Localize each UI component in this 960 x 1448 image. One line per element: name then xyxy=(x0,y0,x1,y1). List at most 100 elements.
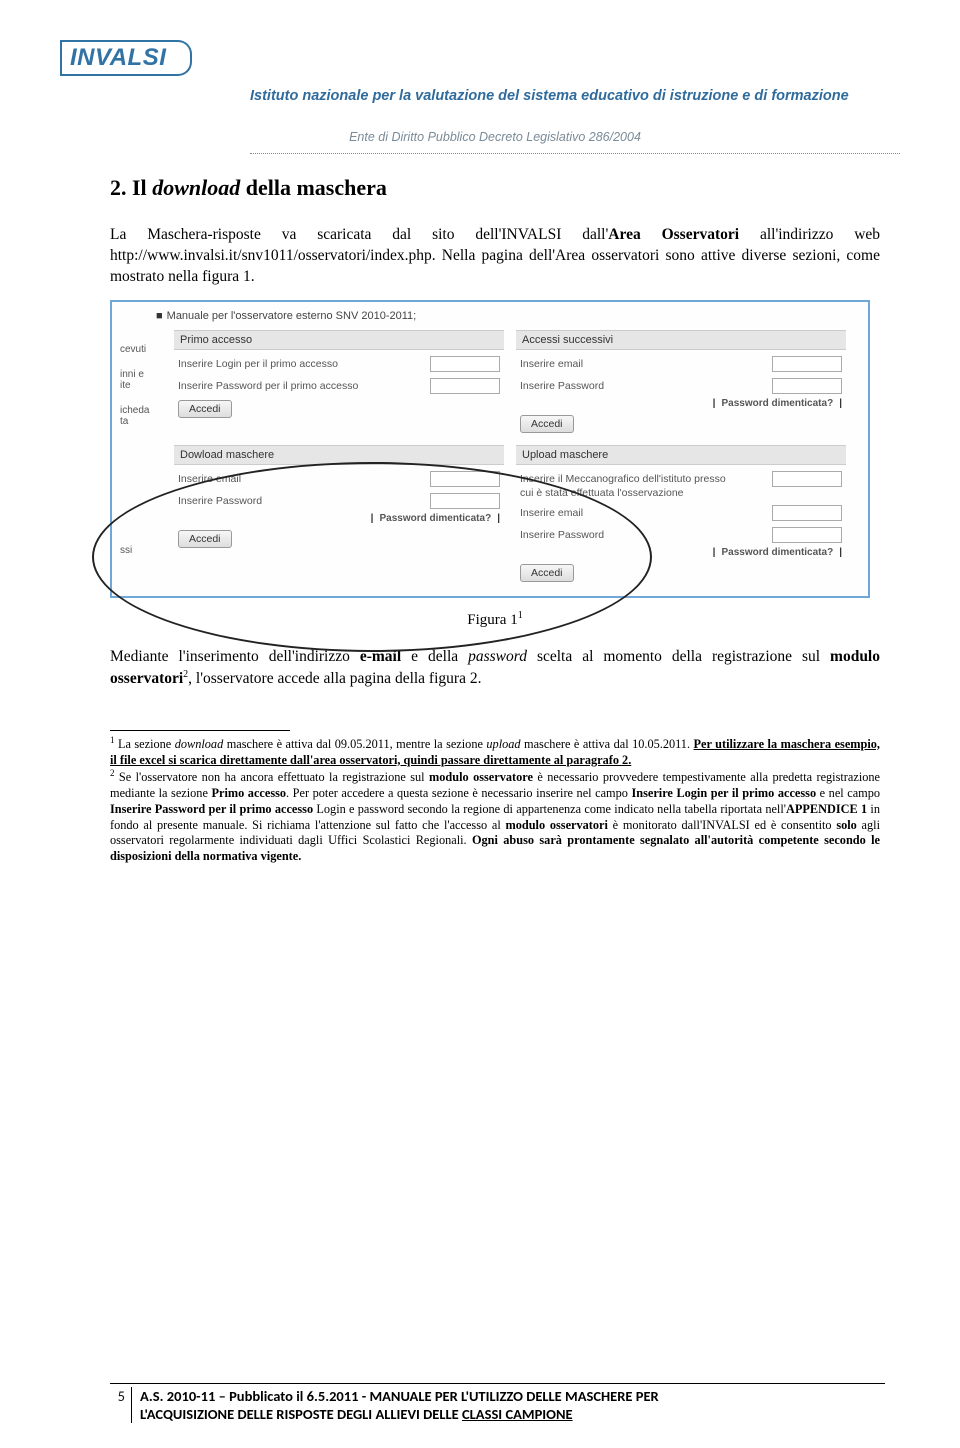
fig-side-tabs-top: cevuti inni e ite icheda ta xyxy=(120,330,162,435)
footer-line1: A.S. 2010-11 – Pubblicato il 6.5.2011 - … xyxy=(140,1387,659,1405)
footnote-separator xyxy=(110,730,290,731)
panel2-password-label: Inserire Password xyxy=(520,380,772,392)
panel-download-maschere: Dowload maschere Inserire email Inserire… xyxy=(174,445,504,584)
footnote-2: 2 Se l'osservatore non ha ancora effettu… xyxy=(110,768,880,865)
panel1-password-input[interactable] xyxy=(430,378,500,394)
panel-upload-maschere: Upload maschere Inserire il Meccanografi… xyxy=(516,445,846,584)
panel4-mecc-input[interactable] xyxy=(772,471,842,487)
section-title-a: Il xyxy=(127,175,153,200)
figure1-caption: Figura 11 xyxy=(110,610,880,629)
fn2-l: modulo osservatori xyxy=(505,818,607,832)
p1-a: La Maschera-risposte va scaricata dal si… xyxy=(110,226,608,243)
fn2-b: modulo osservatore xyxy=(429,770,533,784)
sep-bar: | xyxy=(713,398,716,409)
panel3-password-label: Inserire Password xyxy=(178,495,430,507)
sidetab-3: ssi xyxy=(120,445,162,556)
panel1-login-input[interactable] xyxy=(430,356,500,372)
panel4-password-input[interactable] xyxy=(772,527,842,543)
fig-top-link: ■Manuale per l'osservatore esterno SNV 2… xyxy=(156,310,860,322)
panel2-submit-button[interactable]: Accedi xyxy=(520,415,574,433)
panel-accessi-successivi: Accessi successivi Inserire email Inseri… xyxy=(516,330,846,435)
fn2-appendix: APPENDICE 1 xyxy=(786,802,867,816)
fn1-a: La sezione xyxy=(115,737,175,751)
panel1-heading: Primo accesso xyxy=(174,330,504,350)
logo-text: INVALSI xyxy=(60,40,172,76)
panel2-heading: Accessi successivi xyxy=(516,330,846,350)
footer-line2b: CLASSI CAMPIONE xyxy=(462,1405,573,1423)
fn1-c: maschere è attiva dal 09.05.2011, mentre… xyxy=(223,737,486,751)
sep-bar: | xyxy=(839,547,842,558)
panel3-email-input[interactable] xyxy=(430,471,500,487)
section-title-italic: download xyxy=(152,175,240,200)
p2-a: Mediante l'inserimento dell'indirizzo xyxy=(110,648,360,665)
fn2-f: Inserire Login per il primo accesso xyxy=(631,786,816,800)
fn2-g: e nel campo xyxy=(816,786,880,800)
fig-side-tabs-bottom: ssi xyxy=(120,445,162,584)
p2-h: , l'osservatore accede alla pagina della… xyxy=(188,670,481,687)
panel2-email-input[interactable] xyxy=(772,356,842,372)
fn2-m: è monitorato dall'INVALSI ed è consentit… xyxy=(608,818,836,832)
panel1-login-label: Inserire Login per il primo accesso xyxy=(178,358,430,370)
p2-password: password xyxy=(468,648,527,665)
panel3-submit-button[interactable]: Accedi xyxy=(178,530,232,548)
p2-e: scelta al momento della registrazione su… xyxy=(527,648,830,665)
institute-name: Istituto nazionale per la valutazione de… xyxy=(250,88,910,105)
invalsi-logo: INVALSI xyxy=(60,40,172,76)
panel3-heading: Dowload maschere xyxy=(174,445,504,465)
panel4-email-input[interactable] xyxy=(772,505,842,521)
header-divider xyxy=(250,153,900,154)
sidetab-0: cevuti xyxy=(120,330,162,355)
section-title-b: della maschera xyxy=(240,175,387,200)
sep-bar: | xyxy=(371,513,374,524)
page-number: 5 xyxy=(110,1387,132,1423)
panel4-forgot-link[interactable]: Password dimenticata? xyxy=(721,547,833,558)
sep-bar: | xyxy=(497,513,500,524)
panel1-password-label: Inserire Password per il primo accesso xyxy=(178,380,430,392)
institute-subtitle: Ente di Diritto Pubblico Decreto Legisla… xyxy=(60,130,930,144)
panel4-mecc-label-b: cui è stata effettuata l'osservazione xyxy=(520,487,842,499)
fn1-b: download xyxy=(175,737,224,751)
p1-b: Area Osservatori xyxy=(608,226,739,243)
fn2-h: Inserire Password per il primo accesso xyxy=(110,802,313,816)
paragraph-2: Mediante l'inserimento dell'indirizzo e-… xyxy=(110,647,880,690)
panel-primo-accesso: Primo accesso Inserire Login per il prim… xyxy=(174,330,504,435)
intro-paragraph: La Maschera-risposte va scaricata dal si… xyxy=(110,225,880,288)
fn1-e: maschere è attiva dal 10.05.2011. xyxy=(521,737,694,751)
p2-c: e della xyxy=(401,648,468,665)
caption-text: Figura 1 xyxy=(467,612,517,628)
sep-bar: | xyxy=(713,547,716,558)
p2-email: e-mail xyxy=(360,648,401,665)
panel4-mecc-label-a: Inserire il Meccanografico dell'istituto… xyxy=(520,473,772,485)
panel3-email-label: Inserire email xyxy=(178,473,430,485)
panel3-forgot-link[interactable]: Password dimenticata? xyxy=(379,513,491,524)
caption-footnote-ref: 1 xyxy=(518,610,523,621)
footnote-1: 1 La sezione download maschere è attiva … xyxy=(110,735,880,769)
figure-1-screenshot: ■Manuale per l'osservatore esterno SNV 2… xyxy=(110,300,870,598)
panel2-forgot-link[interactable]: Password dimenticata? xyxy=(721,398,833,409)
fn2-n: solo xyxy=(836,818,857,832)
document-content: 2. Il download della maschera La Mascher… xyxy=(110,175,880,865)
footer-line2a: L'ACQUISIZIONE DELLE RISPOSTE DEGLI ALLI… xyxy=(140,1405,462,1423)
figure-panels-grid: cevuti inni e ite icheda ta Primo access… xyxy=(120,330,860,584)
document-header: INVALSI Istituto nazionale per la valuta… xyxy=(60,40,930,155)
panel4-heading: Upload maschere xyxy=(516,445,846,465)
panel4-submit-button[interactable]: Accedi xyxy=(520,564,574,582)
panel1-submit-button[interactable]: Accedi xyxy=(178,400,232,418)
section-heading: 2. Il download della maschera xyxy=(110,175,880,201)
fn2-a: Se l'osservatore non ha ancora effettuat… xyxy=(115,770,430,784)
sidetab-1: inni e ite xyxy=(120,355,162,391)
bullet-icon: ■ xyxy=(156,310,163,322)
fn2-e: . Per poter accedere a questa sezione è … xyxy=(286,786,631,800)
fn1-d: upload xyxy=(486,737,520,751)
panel4-email-label: Inserire email xyxy=(520,507,772,519)
panel3-password-input[interactable] xyxy=(430,493,500,509)
fn2-d: Primo accesso xyxy=(211,786,286,800)
sep-bar: | xyxy=(839,398,842,409)
footer-title: A.S. 2010-11 – Pubblicato il 6.5.2011 - … xyxy=(132,1387,885,1423)
panel2-email-label: Inserire email xyxy=(520,358,772,370)
fn2-i: Login e password secondo la regione di a… xyxy=(313,802,786,816)
panel4-password-label: Inserire Password xyxy=(520,529,772,541)
sidetab-2: icheda ta xyxy=(120,391,162,427)
panel2-password-input[interactable] xyxy=(772,378,842,394)
page-footer: 5 A.S. 2010-11 – Pubblicato il 6.5.2011 … xyxy=(110,1383,885,1423)
